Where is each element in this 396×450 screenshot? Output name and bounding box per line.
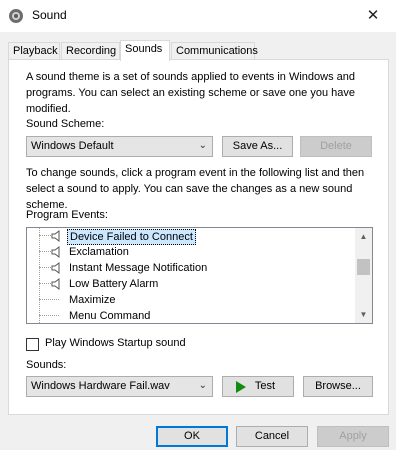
intro-text: A sound theme is a set of sounds applied… [26, 71, 355, 115]
delete-button[interactable]: Delete [300, 136, 372, 157]
list-item[interactable]: Menu Command [27, 308, 357, 323]
program-events-label: Program Events: [26, 209, 108, 221]
tab-recording[interactable]: Recording [61, 42, 120, 60]
apply-button[interactable]: Apply [317, 426, 389, 447]
tab-communications[interactable]: Communications [171, 42, 258, 60]
event-label: Device Failed to Connect [67, 229, 196, 245]
test-label: Test [254, 380, 276, 392]
title-bar: Sound ✕ [0, 0, 396, 32]
scheme-select[interactable]: Windows Default ⌄ [26, 136, 213, 157]
vertical-scrollbar[interactable]: ▲ ▼ [355, 228, 372, 323]
chevron-down-icon: ⌄ [198, 380, 207, 391]
list-item[interactable]: Exclamation [27, 244, 357, 260]
list-item[interactable]: Low Battery Alarm [27, 276, 357, 292]
speaker-icon [51, 246, 60, 258]
cancel-button[interactable]: Cancel [236, 426, 308, 447]
scroll-thumb[interactable] [357, 259, 370, 275]
startup-sound-label: Play Windows Startup sound [45, 337, 186, 349]
program-events-list[interactable]: Device Failed to Connect Exclamation Ins… [26, 227, 373, 324]
chevron-down-icon: ⌄ [198, 140, 207, 151]
close-button[interactable]: ✕ [350, 0, 396, 32]
startup-sound-checkbox[interactable] [26, 338, 39, 351]
close-icon: ✕ [366, 7, 380, 24]
play-icon [236, 381, 246, 393]
instructions-text: To change sounds, click a program event … [26, 167, 365, 211]
tab-sounds[interactable]: Sounds [120, 40, 170, 61]
list-item[interactable]: Device Failed to Connect [27, 228, 357, 245]
tab-playback[interactable]: Playback [8, 42, 60, 60]
speaker-icon [51, 278, 60, 290]
browse-button[interactable]: Browse... [303, 376, 373, 397]
save-as-button[interactable]: Save As... [222, 136, 293, 157]
scheme-label: Sound Scheme: [26, 118, 105, 130]
speaker-icon [51, 262, 60, 274]
sounds-label: Sounds: [26, 359, 67, 371]
sound-file-select[interactable]: Windows Hardware Fail.wav ⌄ [26, 376, 213, 397]
sounds-panel: A sound theme is a set of sounds applied… [8, 59, 389, 415]
event-label: Menu Command [69, 310, 151, 322]
list-item[interactable]: Instant Message Notification [27, 260, 357, 276]
test-button[interactable]: Test [222, 376, 294, 397]
window-title: Sound [32, 8, 67, 22]
scheme-value: Windows Default [31, 140, 114, 152]
list-item[interactable]: Maximize [27, 292, 357, 308]
ok-button[interactable]: OK [156, 426, 228, 447]
scroll-down-icon[interactable]: ▼ [355, 306, 372, 323]
speaker-app-icon [9, 9, 23, 23]
event-label: Exclamation [69, 246, 129, 258]
event-label: Instant Message Notification [69, 262, 208, 274]
event-label: Low Battery Alarm [69, 278, 159, 290]
event-label: Maximize [69, 294, 116, 306]
scroll-up-icon[interactable]: ▲ [355, 228, 372, 245]
speaker-icon [51, 230, 60, 242]
sound-file-value: Windows Hardware Fail.wav [31, 380, 170, 392]
